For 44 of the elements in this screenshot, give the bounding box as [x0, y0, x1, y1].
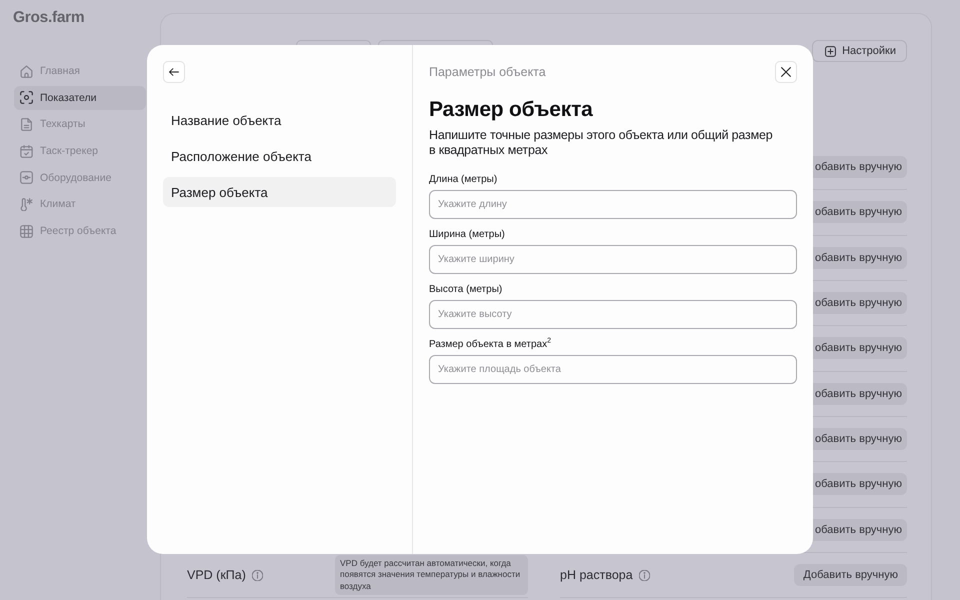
metric-label: VPD (кПа) — [187, 568, 246, 582]
step-item[interactable]: Размер объекта — [163, 177, 396, 207]
field-label: Высота (метры) — [429, 283, 504, 296]
device-icon — [20, 171, 33, 184]
step-item[interactable]: Расположение объекта — [163, 141, 396, 171]
add-manually-button[interactable]: Добавить вручную — [794, 564, 907, 586]
add-manually-button[interactable]: обавить вручную — [813, 337, 907, 360]
back-button[interactable] — [163, 61, 185, 83]
dialog-section-title: Параметры объекта — [429, 65, 546, 79]
document-icon — [20, 118, 33, 131]
field-label: Длина (метры) — [429, 173, 498, 186]
info-icon — [638, 570, 650, 581]
info-icon — [252, 570, 263, 581]
thermometer-icon — [20, 198, 33, 211]
arrow-left-icon — [169, 67, 179, 77]
plus-icon — [825, 46, 836, 56]
app-logo[interactable]: Gros.farm — [13, 9, 84, 27]
sidebar-item[interactable]: Показатели — [14, 86, 146, 110]
add-manually-button[interactable]: обавить вручную — [813, 156, 907, 178]
home-icon — [20, 64, 33, 78]
scan-icon — [20, 91, 33, 104]
add-manually-button[interactable]: обавить вручную — [813, 473, 907, 496]
metric-label: pH раствора — [560, 568, 633, 582]
add-manually-button[interactable]: обавить вручную — [813, 382, 907, 405]
add-manually-button[interactable]: обавить вручную — [813, 292, 907, 314]
input-field[interactable]: Укажите ширину — [429, 245, 797, 274]
close-button[interactable] — [775, 61, 797, 83]
dialog-description: Напишите точные размеры этого объекта или общий размер в квадратных метрах — [429, 128, 774, 158]
settings-button[interactable]: Настройки — [812, 40, 907, 62]
input-field[interactable]: Укажите длину — [429, 190, 797, 219]
close-icon — [781, 67, 791, 77]
add-manually-button[interactable]: обавить вручную — [813, 246, 907, 269]
grid-icon — [20, 224, 33, 238]
input-field[interactable]: Укажите высоту — [429, 300, 797, 329]
add-manually-button[interactable]: обавить вручную — [813, 428, 907, 450]
add-manually-button[interactable]: обавить вручную — [813, 518, 907, 541]
field-label: Ширина (метры) — [429, 228, 506, 241]
input-field[interactable]: Укажите площадь объекта — [429, 355, 797, 384]
calendar-icon — [20, 144, 33, 158]
hint-note: VPD будет рассчитан автоматически, когда появятся значения температуры и влажности воздуха — [335, 555, 528, 596]
step-item[interactable]: Название объекта — [163, 105, 396, 135]
field-label: Размер объекта в метрах$^{2}$ — [429, 338, 552, 351]
add-manually-button[interactable]: обавить вручную — [813, 201, 907, 224]
dialog-title: Размер объекта — [429, 97, 594, 123]
